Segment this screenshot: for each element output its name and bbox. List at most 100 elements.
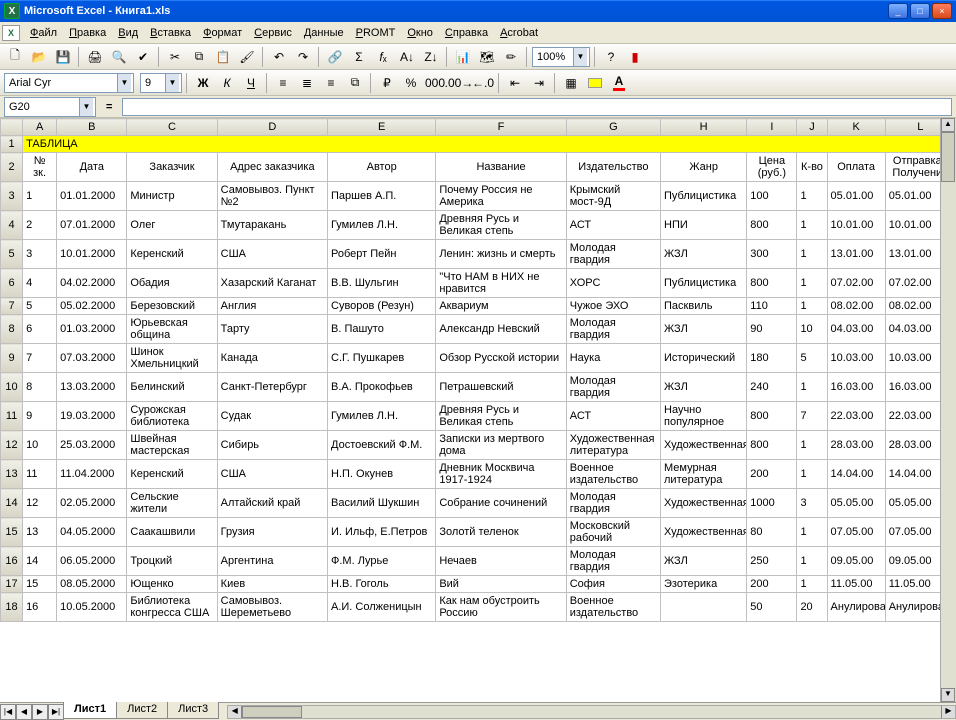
open-icon[interactable]: 📂 (28, 46, 50, 68)
column-label[interactable]: Цена (руб.) (747, 153, 797, 182)
table-row[interactable]: 5310.01.2000КеренскийСШАРоберт ПейнЛенин… (1, 240, 956, 269)
cell[interactable]: 1 (797, 547, 827, 576)
cell[interactable]: Белинский (127, 373, 217, 402)
sheet-tab-Лист1[interactable]: Лист1 (63, 702, 117, 719)
column-label[interactable]: № зк. (23, 153, 57, 182)
borders-icon[interactable]: ▦ (560, 72, 582, 94)
decrease-indent-icon[interactable]: ⇤ (504, 72, 526, 94)
cell[interactable]: Молодая гвардия (566, 547, 660, 576)
cell[interactable]: Троцкий (127, 547, 217, 576)
cell[interactable]: В.В. Шульгин (328, 269, 436, 298)
column-header-B[interactable]: B (57, 119, 127, 136)
cell[interactable]: Сурожская библиотека (127, 402, 217, 431)
sheet-tab-Лист2[interactable]: Лист2 (116, 702, 168, 719)
cell[interactable]: Художественная (661, 489, 747, 518)
cell[interactable]: 80 (747, 518, 797, 547)
column-label[interactable]: Оплата (827, 153, 885, 182)
autosum-icon[interactable]: Σ (348, 46, 370, 68)
copy-icon[interactable]: ⧉ (188, 46, 210, 68)
table-row[interactable]: 11919.03.2000Сурожская библиотекаСудакГу… (1, 402, 956, 431)
cell[interactable]: 19.03.2000 (57, 402, 127, 431)
table-row[interactable]: 141202.05.2000Сельские жителиАлтайский к… (1, 489, 956, 518)
menu-данные[interactable]: Данные (298, 25, 350, 41)
cell[interactable]: 05.05.00 (827, 489, 885, 518)
cell[interactable]: Тарту (217, 315, 327, 344)
table-row[interactable]: 6404.02.2000ОбадияХазарский КаганатВ.В. … (1, 269, 956, 298)
cell[interactable]: Пасквиль (661, 298, 747, 315)
cell[interactable]: 50 (747, 593, 797, 622)
horizontal-scrollbar[interactable]: ◀ ▶ (227, 705, 956, 719)
cell[interactable]: ЖЗЛ (661, 373, 747, 402)
cell[interactable]: 11.04.2000 (57, 460, 127, 489)
dropdown-arrow-icon[interactable]: ▼ (79, 98, 93, 116)
table-row[interactable]: 131111.04.2000КеренскийСШАН.П. ОкуневДне… (1, 460, 956, 489)
new-icon[interactable]: 🗋 (4, 46, 26, 68)
cell[interactable]: 04.05.2000 (57, 518, 127, 547)
column-label[interactable]: Заказчик (127, 153, 217, 182)
cell[interactable]: 110 (747, 298, 797, 315)
cell[interactable]: 6 (23, 315, 57, 344)
dropdown-arrow-icon[interactable]: ▼ (573, 48, 587, 66)
cell[interactable]: Публицистика (661, 182, 747, 211)
menu-формат[interactable]: Формат (197, 25, 248, 41)
cell[interactable]: Саакашвили (127, 518, 217, 547)
menu-правка[interactable]: Правка (63, 25, 112, 41)
cell[interactable]: Обадия (127, 269, 217, 298)
cell[interactable]: Молодая гвардия (566, 315, 660, 344)
cell[interactable]: Паршев А.П. (328, 182, 436, 211)
table-title-cell[interactable]: ТАБЛИЦА (23, 136, 956, 153)
cell[interactable]: 02.05.2000 (57, 489, 127, 518)
cell[interactable]: Санкт-Петербург (217, 373, 327, 402)
cell[interactable]: 2 (23, 211, 57, 240)
worksheet-area[interactable]: ABCDEFGHIJKL 1ТАБЛИЦА2№ зк.ДатаЗаказчикА… (0, 118, 956, 702)
cell[interactable]: 16.03.00 (827, 373, 885, 402)
column-label[interactable]: Дата (57, 153, 127, 182)
cell[interactable]: Библиотека конгресса США (127, 593, 217, 622)
cell[interactable]: 1 (797, 240, 827, 269)
cell[interactable]: 800 (747, 431, 797, 460)
cell[interactable]: 10.05.2000 (57, 593, 127, 622)
align-center-icon[interactable]: ≣ (296, 72, 318, 94)
table-row[interactable]: 7505.02.2000БерезовскийАнглияСуворов (Ре… (1, 298, 956, 315)
cell[interactable]: С.Г. Пушкарев (328, 344, 436, 373)
cell[interactable]: 07.05.00 (827, 518, 885, 547)
cell[interactable]: 25.03.2000 (57, 431, 127, 460)
cell[interactable]: 1 (23, 182, 57, 211)
cell[interactable]: Самовывоз. Шереметьево (217, 593, 327, 622)
menu-справка[interactable]: Справка (439, 25, 494, 41)
cell[interactable]: 90 (747, 315, 797, 344)
cell[interactable]: 13 (23, 518, 57, 547)
column-header-G[interactable]: G (566, 119, 660, 136)
row-header[interactable]: 7 (1, 298, 23, 315)
cell[interactable]: 07.01.2000 (57, 211, 127, 240)
cell[interactable]: Сельские жители (127, 489, 217, 518)
chart-wizard-icon[interactable]: 📊 (452, 46, 474, 68)
cell[interactable]: Анулирован (827, 593, 885, 622)
cell[interactable]: 4 (23, 269, 57, 298)
row-header[interactable]: 3 (1, 182, 23, 211)
cell[interactable]: 1 (797, 269, 827, 298)
cell[interactable]: Достоевский Ф.М. (328, 431, 436, 460)
cell[interactable]: Шинок Хмельницкий (127, 344, 217, 373)
cell[interactable]: Ленин: жизнь и смерть (436, 240, 566, 269)
formula-input[interactable] (122, 98, 952, 116)
row-header[interactable]: 15 (1, 518, 23, 547)
cell[interactable]: Олег (127, 211, 217, 240)
table-row[interactable]: 8601.03.2000Юрьевская общинаТартуВ. Пашу… (1, 315, 956, 344)
column-header-D[interactable]: D (217, 119, 327, 136)
cell[interactable]: 07.02.00 (827, 269, 885, 298)
increase-indent-icon[interactable]: ⇥ (528, 72, 550, 94)
cell[interactable]: 11.05.00 (827, 576, 885, 593)
cell[interactable]: 06.05.2000 (57, 547, 127, 576)
pdf-icon[interactable]: ▮ (624, 46, 646, 68)
cell[interactable]: Василий Шукшин (328, 489, 436, 518)
table-row[interactable]: 171508.05.2000ЮщенкоКиевН.В. ГогольВийСо… (1, 576, 956, 593)
cell[interactable]: Молодая гвардия (566, 373, 660, 402)
row-header[interactable]: 1 (1, 136, 23, 153)
cell[interactable]: Московский рабочий (566, 518, 660, 547)
underline-icon[interactable]: Ч (240, 72, 262, 94)
drawing-icon[interactable]: ✏ (500, 46, 522, 68)
menu-вид[interactable]: Вид (112, 25, 144, 41)
cell[interactable]: АСТ (566, 211, 660, 240)
zoom-combo[interactable]: ▼ (532, 47, 590, 67)
